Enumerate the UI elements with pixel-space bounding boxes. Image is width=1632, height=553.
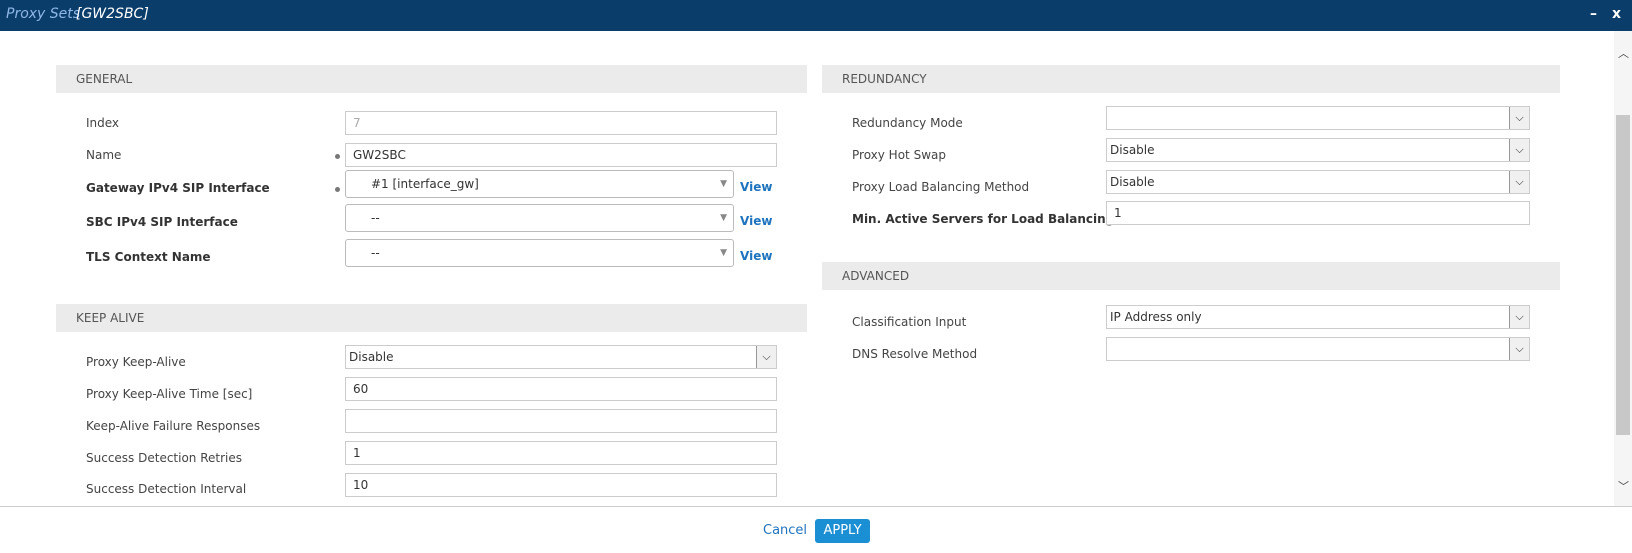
section-redundancy-header: REDUNDANCY <box>822 65 1560 93</box>
success-retries-field[interactable]: 1 <box>345 441 777 465</box>
proxy-keepalive-label: Proxy Keep-Alive <box>86 355 186 369</box>
sbc-sip-interface-value: -- <box>371 211 380 225</box>
load-balancing-method-label: Proxy Load Balancing Method <box>852 180 1030 194</box>
proxy-keepalive-value: Disable <box>349 350 394 364</box>
chevron-down-icon[interactable]: ⌵ <box>756 346 776 368</box>
tls-view-link[interactable]: View <box>740 249 772 263</box>
name-label: Name <box>86 148 122 162</box>
chevron-down-icon[interactable]: ⌵ <box>1509 306 1529 328</box>
gateway-sip-interface-select[interactable]: #1 [interface_gw] ▼ <box>345 170 734 198</box>
chevron-down-icon[interactable]: ⌵ <box>1509 171 1529 193</box>
close-button[interactable]: x <box>1612 6 1621 22</box>
keepalive-time-label: Proxy Keep-Alive Time [sec] <box>86 387 253 401</box>
section-advanced-header: ADVANCED <box>822 262 1560 290</box>
chevron-down-icon[interactable]: ﹀ <box>1618 478 1629 494</box>
sbc-sip-interface-label: SBC IPv4 SIP Interface <box>86 215 238 229</box>
chevron-up-icon[interactable]: ︿ <box>1618 45 1629 61</box>
vertical-scrollbar[interactable]: ︿ ﹀ <box>1614 31 1632 506</box>
chevron-down-icon[interactable]: ⌵ <box>1509 107 1529 129</box>
index-label: Index <box>86 116 120 130</box>
caret-down-icon: ▼ <box>720 248 727 258</box>
classification-input-label: Classification Input <box>852 315 967 329</box>
failure-responses-field[interactable] <box>345 409 777 433</box>
dns-resolve-method-select[interactable]: ⌵ <box>1106 337 1530 361</box>
gateway-view-link[interactable]: View <box>740 180 772 194</box>
minimize-button[interactable]: – <box>1590 6 1597 22</box>
min-active-servers-label: Min. Active Servers for Load Balancing <box>852 212 1115 226</box>
chevron-down-icon[interactable]: ⌵ <box>1509 139 1529 161</box>
classification-input-value: IP Address only <box>1110 310 1202 324</box>
proxy-keepalive-select[interactable]: Disable ⌵ <box>345 345 777 369</box>
failure-responses-label: Keep-Alive Failure Responses <box>86 419 261 433</box>
gateway-sip-interface-label: Gateway IPv4 SIP Interface <box>86 181 270 195</box>
tls-context-select[interactable]: -- ▼ <box>345 239 734 267</box>
scrollbar-thumb[interactable] <box>1616 115 1630 435</box>
tls-context-label: TLS Context Name <box>86 250 211 264</box>
required-indicator <box>335 154 340 159</box>
redundancy-mode-label: Redundancy Mode <box>852 116 963 130</box>
keepalive-time-field[interactable]: 60 <box>345 377 777 401</box>
caret-down-icon: ▼ <box>720 179 727 189</box>
window-titlebar: Proxy Sets [GW2SBC] – x <box>0 0 1632 31</box>
dns-resolve-method-label: DNS Resolve Method <box>852 347 978 361</box>
index-field: 7 <box>345 111 777 135</box>
chevron-down-icon[interactable]: ⌵ <box>1509 338 1529 360</box>
proxy-hot-swap-select[interactable]: Disable ⌵ <box>1106 138 1530 162</box>
sbc-view-link[interactable]: View <box>740 214 772 228</box>
cancel-button[interactable]: Cancel <box>763 523 807 538</box>
sbc-sip-interface-select[interactable]: -- ▼ <box>345 204 734 232</box>
load-balancing-method-value: Disable <box>1110 175 1155 189</box>
caret-down-icon: ▼ <box>720 213 727 223</box>
window-title-item: [GW2SBC] <box>76 6 149 22</box>
min-active-servers-field[interactable]: 1 <box>1106 201 1530 225</box>
success-interval-label: Success Detection Interval <box>86 482 247 496</box>
apply-button[interactable]: APPLY <box>815 519 870 543</box>
proxy-hot-swap-value: Disable <box>1110 143 1155 157</box>
section-general-header: GENERAL <box>56 65 807 93</box>
window-title-section: Proxy Sets <box>6 6 81 22</box>
proxy-hot-swap-label: Proxy Hot Swap <box>852 148 946 162</box>
redundancy-mode-select[interactable]: ⌵ <box>1106 106 1530 130</box>
load-balancing-method-select[interactable]: Disable ⌵ <box>1106 170 1530 194</box>
required-indicator <box>335 187 340 192</box>
success-retries-label: Success Detection Retries <box>86 451 243 465</box>
section-keepalive-header: KEEP ALIVE <box>56 304 807 332</box>
form-content: GENERAL Index 7 Name GW2SBC Gateway IPv4… <box>0 31 1614 506</box>
dialog-footer: Cancel APPLY <box>0 506 1632 553</box>
gateway-sip-interface-value: #1 [interface_gw] <box>371 177 479 191</box>
tls-context-value: -- <box>371 246 380 260</box>
classification-input-select[interactable]: IP Address only ⌵ <box>1106 305 1530 329</box>
name-field[interactable]: GW2SBC <box>345 143 777 167</box>
success-interval-field[interactable]: 10 <box>345 473 777 497</box>
